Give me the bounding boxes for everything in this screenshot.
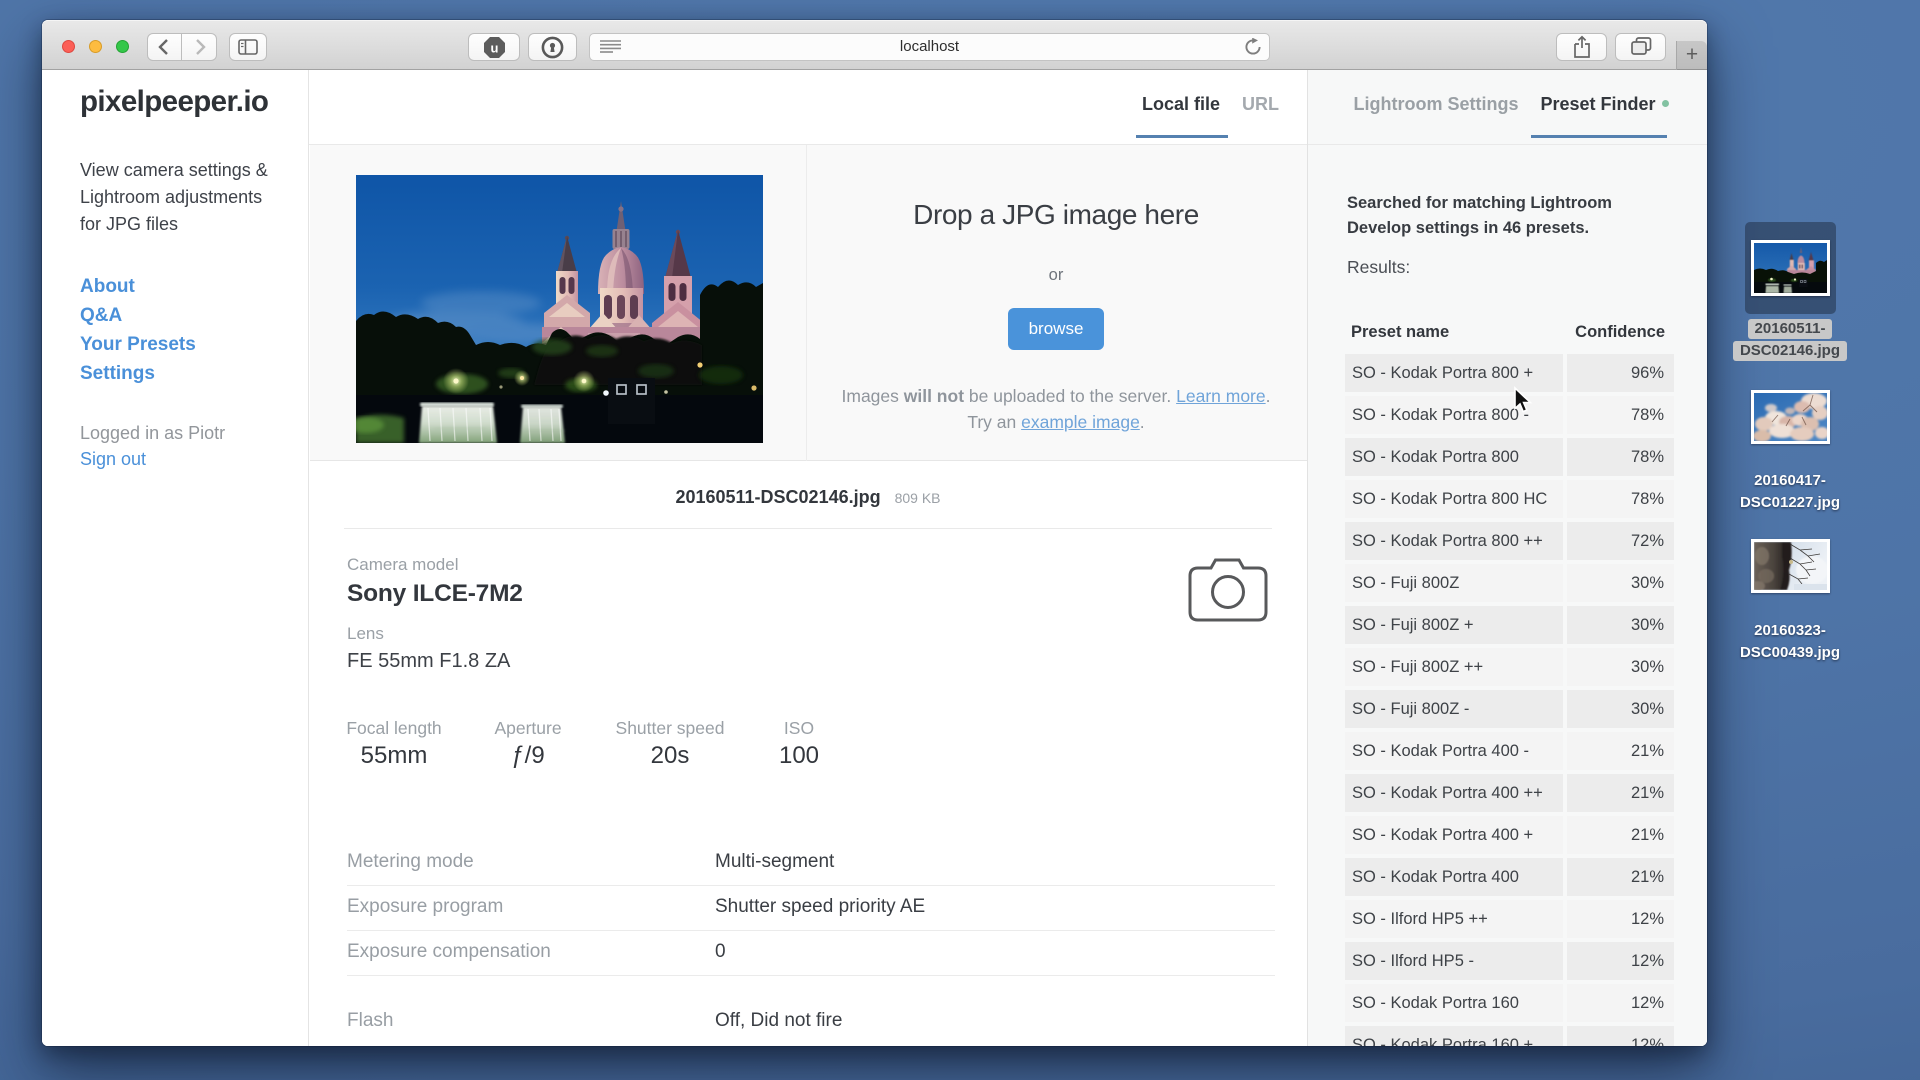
svg-text:u: u [491, 41, 499, 56]
